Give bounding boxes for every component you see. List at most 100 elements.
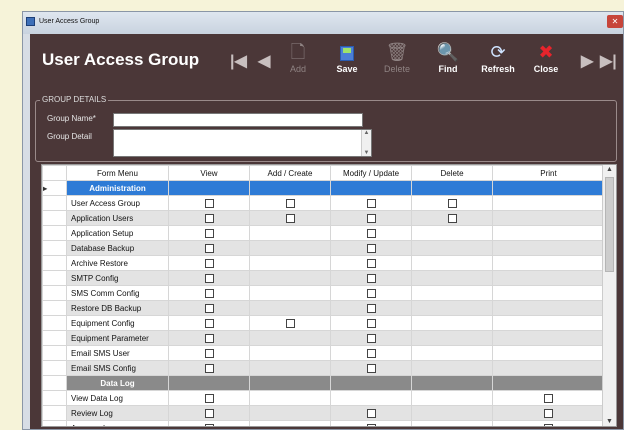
view-checkbox[interactable]: [204, 408, 214, 418]
view-checkbox[interactable]: [204, 213, 214, 223]
group-detail-field[interactable]: ▲ ▼: [113, 129, 372, 157]
view-checkbox[interactable]: [204, 363, 214, 373]
modify-checkbox[interactable]: [366, 348, 376, 358]
column-header[interactable]: Delete: [411, 165, 493, 181]
table-row[interactable]: SMTP Config: [42, 270, 605, 286]
row-selector[interactable]: [42, 420, 67, 426]
view-checkbox[interactable]: [204, 198, 214, 208]
modify-checkbox[interactable]: [366, 288, 376, 298]
group-name-field[interactable]: [113, 113, 363, 127]
window-close-button[interactable]: ✕: [607, 15, 623, 28]
next-record-button[interactable]: ▶: [581, 51, 593, 71]
print-checkbox[interactable]: [544, 393, 553, 403]
table-row[interactable]: Review Log: [42, 405, 605, 421]
add-checkbox[interactable]: [285, 318, 295, 328]
row-selector[interactable]: [42, 315, 67, 331]
row-selector[interactable]: [42, 240, 67, 256]
delete-checkbox[interactable]: [447, 213, 457, 223]
table-row[interactable]: Database Backup: [42, 240, 605, 256]
modify-checkbox[interactable]: [366, 423, 376, 426]
row-selector[interactable]: [42, 195, 67, 211]
table-row[interactable]: Equipment Config: [42, 315, 605, 331]
row-selector[interactable]: [42, 390, 67, 406]
column-header[interactable]: View: [168, 165, 250, 181]
category-row[interactable]: ▸ Administration: [42, 180, 605, 196]
modify-checkbox[interactable]: [366, 243, 376, 253]
row-selector[interactable]: [42, 330, 67, 346]
table-row[interactable]: Application Users: [42, 210, 605, 226]
print-checkbox[interactable]: [544, 408, 553, 418]
close-button[interactable]: ✖ Close: [524, 41, 568, 74]
row-selector[interactable]: [42, 345, 67, 361]
previous-record-button[interactable]: ◀: [258, 51, 270, 71]
table-row[interactable]: Approve Log: [42, 420, 605, 426]
title-bar: User Access Group ✕: [23, 12, 623, 34]
save-button[interactable]: Save: [325, 41, 369, 74]
delete-cell: [411, 285, 493, 301]
row-selector[interactable]: [42, 270, 67, 286]
print-checkbox[interactable]: [544, 423, 553, 426]
table-row[interactable]: Restore DB Backup: [42, 300, 605, 316]
category-row[interactable]: Data Log: [42, 375, 605, 391]
scroll-up-icon[interactable]: ▲: [603, 166, 616, 173]
table-row[interactable]: Equipment Parameter: [42, 330, 605, 346]
table-row[interactable]: User Access Group: [42, 195, 605, 211]
column-header[interactable]: Form Menu: [66, 165, 169, 181]
view-checkbox[interactable]: [204, 228, 214, 238]
group-detail-scrollbar[interactable]: ▲ ▼: [361, 130, 371, 156]
first-record-button[interactable]: |◀: [230, 51, 247, 71]
row-selector[interactable]: [42, 405, 67, 421]
row-selector[interactable]: [42, 255, 67, 271]
table-row[interactable]: Email SMS User: [42, 345, 605, 361]
view-checkbox[interactable]: [204, 243, 214, 253]
view-checkbox[interactable]: [204, 273, 214, 283]
row-selector[interactable]: ▸: [42, 180, 67, 196]
modify-checkbox[interactable]: [366, 213, 376, 223]
view-checkbox[interactable]: [204, 393, 214, 403]
row-selector[interactable]: [42, 225, 67, 241]
modify-checkbox[interactable]: [366, 198, 376, 208]
grid-scrollbar[interactable]: ▲ ▼: [602, 165, 616, 426]
view-checkbox[interactable]: [204, 318, 214, 328]
modify-checkbox[interactable]: [366, 258, 376, 268]
find-button[interactable]: 🔍 Find: [426, 41, 470, 74]
scrollbar-thumb[interactable]: [605, 177, 614, 272]
modify-checkbox[interactable]: [366, 228, 376, 238]
modify-checkbox[interactable]: [366, 363, 376, 373]
view-checkbox[interactable]: [204, 258, 214, 268]
row-selector[interactable]: [42, 300, 67, 316]
add-button[interactable]: 🗋 Add: [276, 41, 320, 74]
last-record-button[interactable]: ▶|: [600, 51, 617, 71]
view-checkbox[interactable]: [204, 303, 214, 313]
view-checkbox[interactable]: [204, 333, 214, 343]
view-checkbox[interactable]: [204, 348, 214, 358]
table-row[interactable]: Application Setup: [42, 225, 605, 241]
modify-checkbox[interactable]: [366, 333, 376, 343]
add-cell: [249, 285, 331, 301]
view-checkbox[interactable]: [204, 288, 214, 298]
delete-checkbox[interactable]: [447, 198, 457, 208]
category-label: Data Log: [66, 375, 169, 391]
row-selector[interactable]: [42, 210, 67, 226]
add-cell: [249, 390, 331, 406]
table-row[interactable]: Archive Restore: [42, 255, 605, 271]
table-row[interactable]: SMS Comm Config: [42, 285, 605, 301]
row-selector[interactable]: [42, 285, 67, 301]
add-checkbox[interactable]: [285, 198, 295, 208]
refresh-button[interactable]: ⟳ Refresh: [476, 41, 520, 74]
row-selector[interactable]: [42, 360, 67, 376]
add-checkbox[interactable]: [285, 213, 295, 223]
modify-checkbox[interactable]: [366, 273, 376, 283]
column-header[interactable]: Add / Create: [249, 165, 331, 181]
scroll-down-icon[interactable]: ▼: [603, 418, 616, 425]
modify-checkbox[interactable]: [366, 408, 376, 418]
column-header[interactable]: Print: [492, 165, 605, 181]
column-header[interactable]: Modify / Update: [330, 165, 412, 181]
row-selector[interactable]: [42, 375, 67, 391]
delete-button[interactable]: 🗑 Delete: [375, 41, 419, 74]
table-row[interactable]: Email SMS Config: [42, 360, 605, 376]
view-checkbox[interactable]: [204, 423, 214, 426]
table-row[interactable]: View Data Log: [42, 390, 605, 406]
modify-checkbox[interactable]: [366, 303, 376, 313]
modify-checkbox[interactable]: [366, 318, 376, 328]
